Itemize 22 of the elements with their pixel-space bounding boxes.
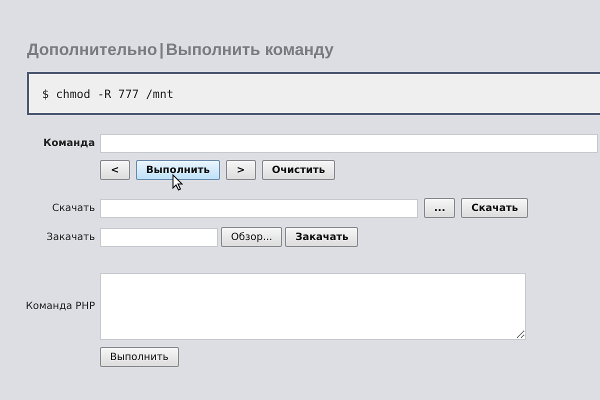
upload-label: Закачать <box>46 232 95 242</box>
button[interactable]: Закачать <box>285 227 358 247</box>
download-input-field[interactable] <box>100 198 418 218</box>
command-input-field[interactable] <box>100 134 598 153</box>
command-label: Команда <box>43 138 95 149</box>
download-label: Скачать <box>52 202 95 214</box>
php-command-field[interactable] <box>100 273 526 340</box>
section-title: Дополнительно <box>27 41 158 60</box>
button[interactable]: Выполнить <box>100 347 179 367</box>
page-title: Выполнить команду <box>166 41 334 60</box>
button[interactable]: Выполнить <box>136 160 220 180</box>
button[interactable]: Скачать <box>461 198 528 218</box>
upload-file-field[interactable] <box>100 228 218 246</box>
button[interactable]: ... <box>424 198 456 218</box>
php-command-label: Команда PHP <box>26 301 95 312</box>
title-separator: | <box>159 41 164 60</box>
console-output-text: $ chmod -R 777 /mnt <box>42 86 174 100</box>
button[interactable]: Обзор... <box>221 227 282 247</box>
button[interactable]: > <box>226 160 256 180</box>
button[interactable]: < <box>100 160 130 180</box>
pointer-cursor-icon <box>172 174 183 191</box>
button[interactable]: Очистить <box>262 160 336 180</box>
